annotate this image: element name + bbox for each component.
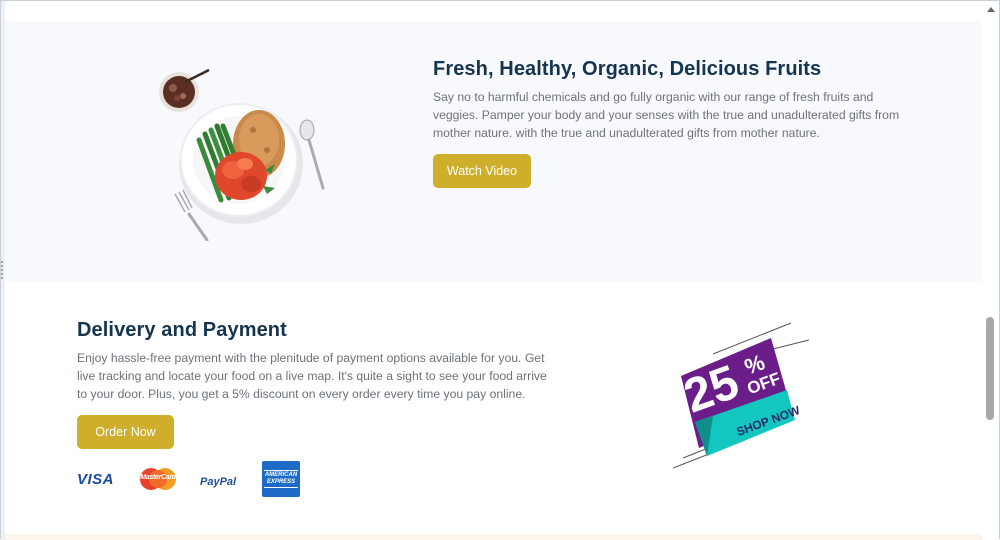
fruits-title: Fresh, Healthy, Organic, Delicious Fruit… [433, 58, 822, 80]
resize-grip-icon[interactable] [1, 261, 4, 279]
scrollbar-thumb[interactable] [986, 317, 994, 420]
amex-logo: AMERICAN EXPRESS [262, 461, 300, 497]
delivery-section: Delivery and Payment Enjoy hassle-free p… [5, 282, 981, 534]
paypal-logo: PayPal [200, 472, 240, 488]
vertical-scrollbar[interactable] [982, 1, 999, 540]
order-now-button[interactable]: Order Now [77, 415, 174, 449]
amex-label: AMERICAN EXPRESS [264, 470, 298, 488]
paypal-label: PayPal [200, 476, 237, 488]
mastercard-logo: MasterCard [138, 467, 178, 491]
visa-logo: VISA [77, 471, 117, 488]
browser-viewport: Fresh, Healthy, Organic, Delicious Fruit… [0, 0, 1000, 540]
fruits-section: Fresh, Healthy, Organic, Delicious Fruit… [5, 21, 981, 282]
fruits-description: Say no to harmful chemicals and go fully… [433, 90, 900, 140]
delivery-description: Enjoy hassle-free payment with the pleni… [77, 351, 547, 401]
scroll-up-arrow-icon[interactable] [987, 7, 995, 12]
watch-video-button[interactable]: Watch Video [433, 154, 531, 188]
delivery-title: Delivery and Payment [77, 319, 287, 341]
promo-badge[interactable]: 25 % OFF SHOP NOW [673, 320, 813, 470]
food-plate-illustration-icon [159, 68, 325, 241]
next-section-edge [5, 534, 981, 540]
visa-label: VISA [77, 471, 115, 488]
mastercard-label: MasterCard [140, 474, 176, 481]
